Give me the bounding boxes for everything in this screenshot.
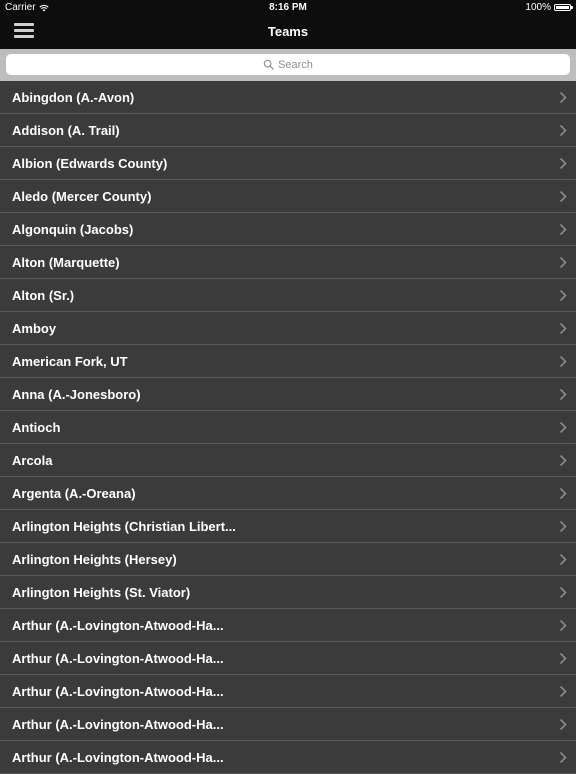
list-item[interactable]: American Fork, UT [0,345,576,378]
list-item[interactable]: Arthur (A.-Lovington-Atwood-Ha... [0,741,576,774]
chevron-right-icon [559,586,567,599]
team-name: Amboy [12,321,57,336]
chevron-right-icon [559,520,567,533]
list-item[interactable]: Arlington Heights (St. Viator) [0,576,576,609]
list-item[interactable]: Arcola [0,444,576,477]
navigation-bar: Teams [0,16,576,49]
list-item[interactable]: Amboy [0,312,576,345]
list-item[interactable]: Addison (A. Trail) [0,114,576,147]
chevron-right-icon [559,751,567,764]
chevron-right-icon [559,124,567,137]
battery-indicator: 100% [525,2,573,13]
search-bar: Search [0,49,576,81]
team-name: Albion (Edwards County) [12,156,168,171]
chevron-right-icon [559,190,567,203]
list-item[interactable]: Arlington Heights (Christian Libert... [0,510,576,543]
list-item[interactable]: Argenta (A.-Oreana) [0,477,576,510]
chevron-right-icon [559,91,567,104]
list-item[interactable]: Alton (Marquette) [0,246,576,279]
chevron-right-icon [559,454,567,467]
chevron-right-icon [559,289,567,302]
teams-list: Abingdon (A.-Avon) Addison (A. Trail) Albi… [0,81,576,774]
team-name: Arlington Heights (St. Viator) [12,585,191,600]
chevron-right-icon [559,256,567,269]
chevron-right-icon [559,652,567,665]
chevron-right-icon [559,619,567,632]
team-name: Algonquin (Jacobs) [12,222,134,237]
list-item[interactable]: Alton (Sr.) [0,279,576,312]
team-name: Arthur (A.-Lovington-Atwood-Ha... [12,618,224,633]
team-name: American Fork, UT [12,354,128,369]
team-name: Arthur (A.-Lovington-Atwood-Ha... [12,651,224,666]
list-item[interactable]: Arlington Heights (Hersey) [0,543,576,576]
list-item[interactable]: Arthur (A.-Lovington-Atwood-Ha... [0,609,576,642]
team-name: Antioch [12,420,61,435]
team-name: Alton (Marquette) [12,255,120,270]
team-name: Arcola [12,453,53,468]
list-item[interactable]: Arthur (A.-Lovington-Atwood-Ha... [0,708,576,741]
team-name: Arthur (A.-Lovington-Atwood-Ha... [12,717,224,732]
team-name: Addison (A. Trail) [12,123,120,138]
list-item[interactable]: Aledo (Mercer County) [0,180,576,213]
status-bar: Carrier 8:16 PM 100% [0,0,576,16]
team-name: Alton (Sr.) [12,288,75,303]
chevron-right-icon [559,388,567,401]
chevron-right-icon [559,718,567,731]
search-placeholder: Search [278,58,313,71]
team-name: Aledo (Mercer County) [12,189,152,204]
chevron-right-icon [559,487,567,500]
list-item[interactable]: Abingdon (A.-Avon) [0,81,576,114]
status-time: 8:16 PM [269,2,307,13]
list-item[interactable]: Albion (Edwards County) [0,147,576,180]
list-item[interactable]: Arthur (A.-Lovington-Atwood-Ha... [0,642,576,675]
team-name: Arlington Heights (Hersey) [12,552,177,567]
chevron-right-icon [559,553,567,566]
battery-percent: 100% [525,2,551,13]
list-item[interactable]: Algonquin (Jacobs) [0,213,576,246]
search-input[interactable]: Search [6,54,570,75]
list-item[interactable]: Anna (A.-Jonesboro) [0,378,576,411]
page-title: Teams [267,24,309,39]
chevron-right-icon [559,157,567,170]
team-name: Arthur (A.-Lovington-Atwood-Ha... [12,684,224,699]
list-item[interactable]: Antioch [0,411,576,444]
list-item[interactable]: Arthur (A.-Lovington-Atwood-Ha... [0,675,576,708]
battery-icon [554,4,573,11]
search-icon [263,59,274,70]
team-name: Arlington Heights (Christian Libert... [12,519,236,534]
chevron-right-icon [559,355,567,368]
team-name: Anna (A.-Jonesboro) [12,387,141,402]
chevron-right-icon [559,421,567,434]
chevron-right-icon [559,223,567,236]
chevron-right-icon [559,685,567,698]
team-name: Arthur (A.-Lovington-Atwood-Ha... [12,750,224,765]
chevron-right-icon [559,322,567,335]
team-name: Abingdon (A.-Avon) [12,90,135,105]
team-name: Argenta (A.-Oreana) [12,486,136,501]
